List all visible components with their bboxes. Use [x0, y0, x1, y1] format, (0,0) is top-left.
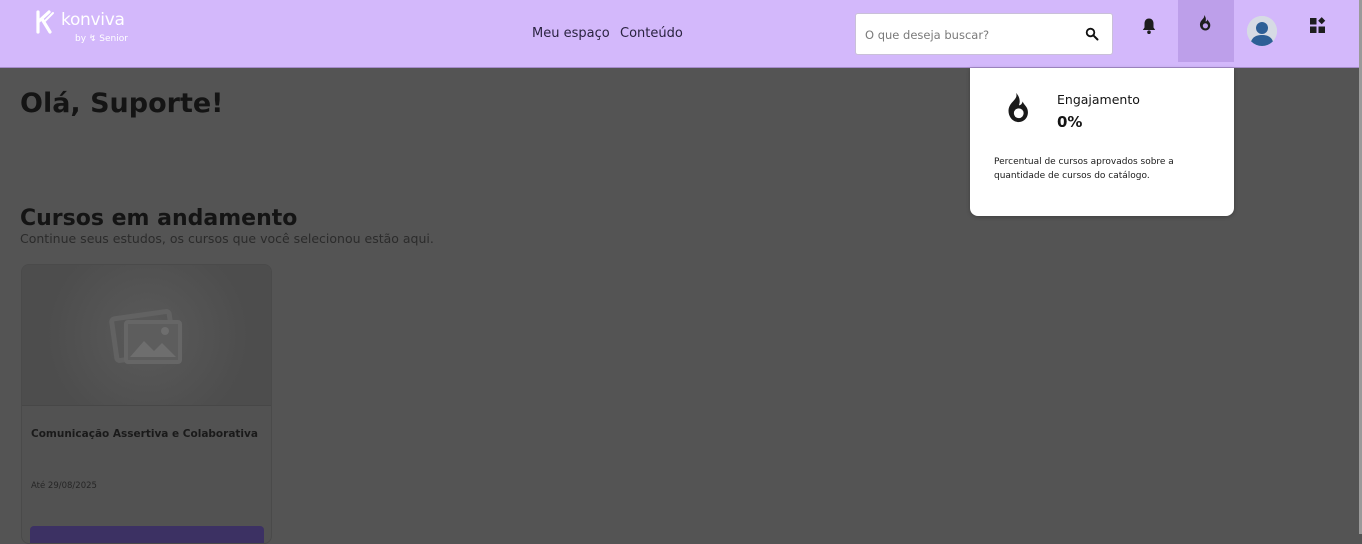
- nav-conteudo[interactable]: Conteúdo: [620, 26, 683, 41]
- engagement-popover: Engajamento 0% Percentual de cursos apro…: [970, 68, 1234, 216]
- course-deadline: Até 29/08/2025: [31, 481, 97, 491]
- konviva-logo[interactable]: konviva by ↯ Senior: [35, 9, 135, 49]
- section-subtitle: Continue seus estudos, os cursos que voc…: [20, 231, 434, 246]
- bell-icon[interactable]: [1141, 17, 1157, 35]
- apps-grid-icon[interactable]: [1309, 17, 1326, 34]
- search-icon[interactable]: [1085, 27, 1099, 41]
- image-placeholder-icon: [109, 309, 182, 364]
- course-title[interactable]: Comunicação Assertiva e Colaborativa: [31, 428, 263, 440]
- engagement-value: 0%: [1057, 113, 1083, 131]
- search-input[interactable]: [865, 26, 1075, 44]
- user-avatar[interactable]: [1247, 16, 1277, 46]
- avatar-icon: [1247, 16, 1277, 46]
- konviva-logo-icon: [36, 10, 54, 34]
- section-title: Cursos em andamento: [20, 206, 298, 231]
- logo-subtitle: by ↯ Senior: [75, 34, 128, 44]
- course-thumbnail: [22, 265, 271, 406]
- flame-icon: [1008, 93, 1028, 123]
- search-box: [855, 13, 1113, 55]
- greeting-title: Olá, Suporte!: [20, 88, 224, 119]
- top-header: konviva by ↯ Senior Meu espaço Conteúdo: [0, 0, 1362, 68]
- engagement-title: Engajamento: [1057, 92, 1140, 107]
- engagement-button[interactable]: [1178, 0, 1234, 62]
- continue-course-button[interactable]: [30, 526, 264, 543]
- flame-icon: [1199, 15, 1211, 31]
- course-card[interactable]: Comunicação Assertiva e Colaborativa Até…: [21, 264, 272, 544]
- nav-meu-espaco[interactable]: Meu espaço: [532, 26, 610, 41]
- engagement-description: Percentual de cursos aprovados sobre a q…: [994, 157, 1174, 181]
- logo-name: konviva: [61, 10, 125, 30]
